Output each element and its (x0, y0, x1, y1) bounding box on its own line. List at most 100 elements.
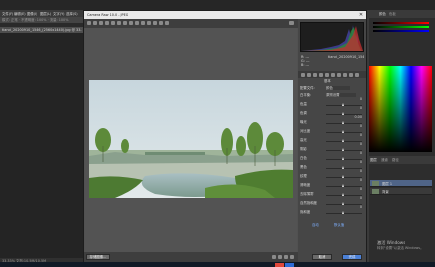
zoom-tool-icon[interactable] (87, 21, 91, 25)
color-slider-g[interactable] (373, 26, 429, 28)
slider-value[interactable]: 0 (352, 160, 362, 164)
taskbar-app-icon[interactable] (275, 262, 284, 267)
rotate-icon[interactable] (165, 21, 169, 25)
slider-knob[interactable] (342, 112, 345, 116)
menu-item-edit[interactable]: 编辑(E) (14, 12, 26, 16)
effects-tab-icon[interactable] (337, 72, 341, 77)
slider-knob[interactable] (342, 157, 345, 161)
slider-label: 色温 (300, 102, 307, 106)
transform-tool-icon[interactable] (129, 21, 133, 25)
layers-tab[interactable]: 图层 (370, 158, 377, 162)
swatches-tab[interactable]: 色板 (389, 12, 396, 16)
hsl-tab-icon[interactable] (319, 72, 323, 77)
auto-link[interactable]: 自动 (312, 223, 319, 227)
ps-canvas-area (0, 33, 83, 260)
color-slider-b[interactable] (373, 30, 429, 32)
calibration-tab-icon[interactable] (343, 72, 347, 77)
slider-knob[interactable] (342, 130, 345, 134)
before-after-icon[interactable] (272, 255, 276, 259)
taskbar-app-icon-2[interactable] (285, 262, 294, 267)
slider-knob[interactable] (342, 193, 345, 197)
menu-item-file[interactable]: 文件(F) (2, 12, 13, 16)
slider-knob[interactable] (342, 166, 345, 170)
menu-item-image[interactable]: 图像(I) (27, 12, 37, 16)
slider-label: 白色 (300, 156, 307, 160)
slider-label: 自然饱和度 (300, 201, 317, 205)
slider-value[interactable]: 0.00 (352, 115, 362, 119)
close-icon[interactable]: ✕ (358, 12, 364, 18)
slider-knob[interactable] (342, 184, 345, 188)
slider-knob[interactable] (342, 148, 345, 152)
slider-knob[interactable] (342, 175, 345, 179)
slider-value[interactable]: 0 (352, 151, 362, 155)
slider-value[interactable]: 0 (352, 169, 362, 173)
slider-label: 高光 (300, 138, 307, 142)
fullscreen-icon[interactable] (289, 21, 294, 25)
slider-knob[interactable] (342, 139, 345, 143)
default-link[interactable]: 默认值 (334, 223, 344, 227)
profile-row: 配置文件: 颜色 (300, 85, 364, 91)
color-tab[interactable]: 颜色 (379, 12, 386, 16)
slider-value[interactable]: 0 (352, 178, 362, 182)
red-eye-icon[interactable] (141, 21, 145, 25)
image-preview[interactable] (85, 28, 297, 252)
save-image-button[interactable]: 存储图像... (86, 254, 110, 260)
slider-value[interactable]: 0 (352, 97, 362, 101)
toggle-default-icon[interactable] (290, 255, 294, 259)
target-adjust-icon[interactable] (111, 21, 115, 25)
ps-menubar: 文件(F) 编辑(E) 图像(I) 图层(L) 文字(Y) 选择(S) (0, 10, 83, 17)
swap-icon[interactable] (278, 255, 282, 259)
color-slider-r[interactable] (373, 22, 429, 24)
slider-row: 饱和度 0 (300, 205, 364, 215)
radial-filter-icon[interactable] (159, 21, 163, 25)
crop-tool-icon[interactable] (117, 21, 121, 25)
presets-tab-icon[interactable] (349, 72, 353, 77)
lens-tab-icon[interactable] (331, 72, 335, 77)
slider-knob[interactable] (342, 103, 345, 107)
slider-value[interactable]: 0 (352, 124, 362, 128)
slider-value[interactable]: 0 (352, 196, 362, 200)
layer-row[interactable]: 背景 (370, 188, 432, 195)
menu-item-layer[interactable]: 图层(L) (40, 12, 51, 16)
spot-removal-icon[interactable] (135, 21, 139, 25)
dialog-bottom-bar: 33.3% (84, 252, 298, 262)
snapshots-tab-icon[interactable] (355, 72, 359, 77)
hand-tool-icon[interactable] (93, 21, 97, 25)
slider-value[interactable]: 0 (352, 187, 362, 191)
readout-b: B: --- (301, 63, 310, 67)
slider-value[interactable]: 0 (352, 142, 362, 146)
slider-knob[interactable] (342, 202, 345, 206)
adjustment-brush-icon[interactable] (147, 21, 151, 25)
slider-label: 阴影 (300, 147, 307, 151)
menu-item-type[interactable]: 文字(Y) (53, 12, 65, 16)
straighten-tool-icon[interactable] (123, 21, 127, 25)
layer-row[interactable]: 图层 1 (370, 180, 432, 187)
split-toning-tab-icon[interactable] (325, 72, 329, 77)
slider-knob[interactable] (342, 121, 345, 125)
histogram-graph (301, 25, 363, 51)
graduated-filter-icon[interactable] (153, 21, 157, 25)
cancel-button[interactable]: 取消 (312, 254, 332, 260)
detail-tab-icon[interactable] (313, 72, 317, 77)
color-sampler-icon[interactable] (105, 21, 109, 25)
slider-value[interactable]: 0 (352, 205, 362, 209)
color-spectrum[interactable] (369, 66, 432, 152)
histogram (300, 22, 364, 52)
slider-knob[interactable] (342, 211, 345, 215)
slider-track[interactable] (326, 211, 362, 215)
profile-select[interactable]: 颜色 (326, 86, 350, 90)
done-button[interactable]: 完成 (342, 254, 362, 260)
slider-value[interactable]: 0 (352, 133, 362, 137)
slider-label: 去除薄雾 (300, 192, 314, 196)
camera-raw-dialog: Camera Raw 10.0 - JPEG ✕ R: --- G: --- B… (83, 10, 367, 262)
white-balance-tool-icon[interactable] (99, 21, 103, 25)
copy-settings-icon[interactable] (284, 255, 288, 259)
panel-title: 基本 (324, 79, 331, 83)
tone-curve-tab-icon[interactable] (307, 72, 311, 77)
slider-value[interactable]: 0 (352, 106, 362, 110)
slider-label: 纹理 (300, 174, 307, 178)
menu-item-select[interactable]: 选择(S) (66, 12, 78, 16)
channels-tab[interactable]: 通道 (381, 158, 388, 162)
paths-tab[interactable]: 路径 (392, 158, 399, 162)
basic-tab-icon[interactable] (301, 72, 305, 77)
